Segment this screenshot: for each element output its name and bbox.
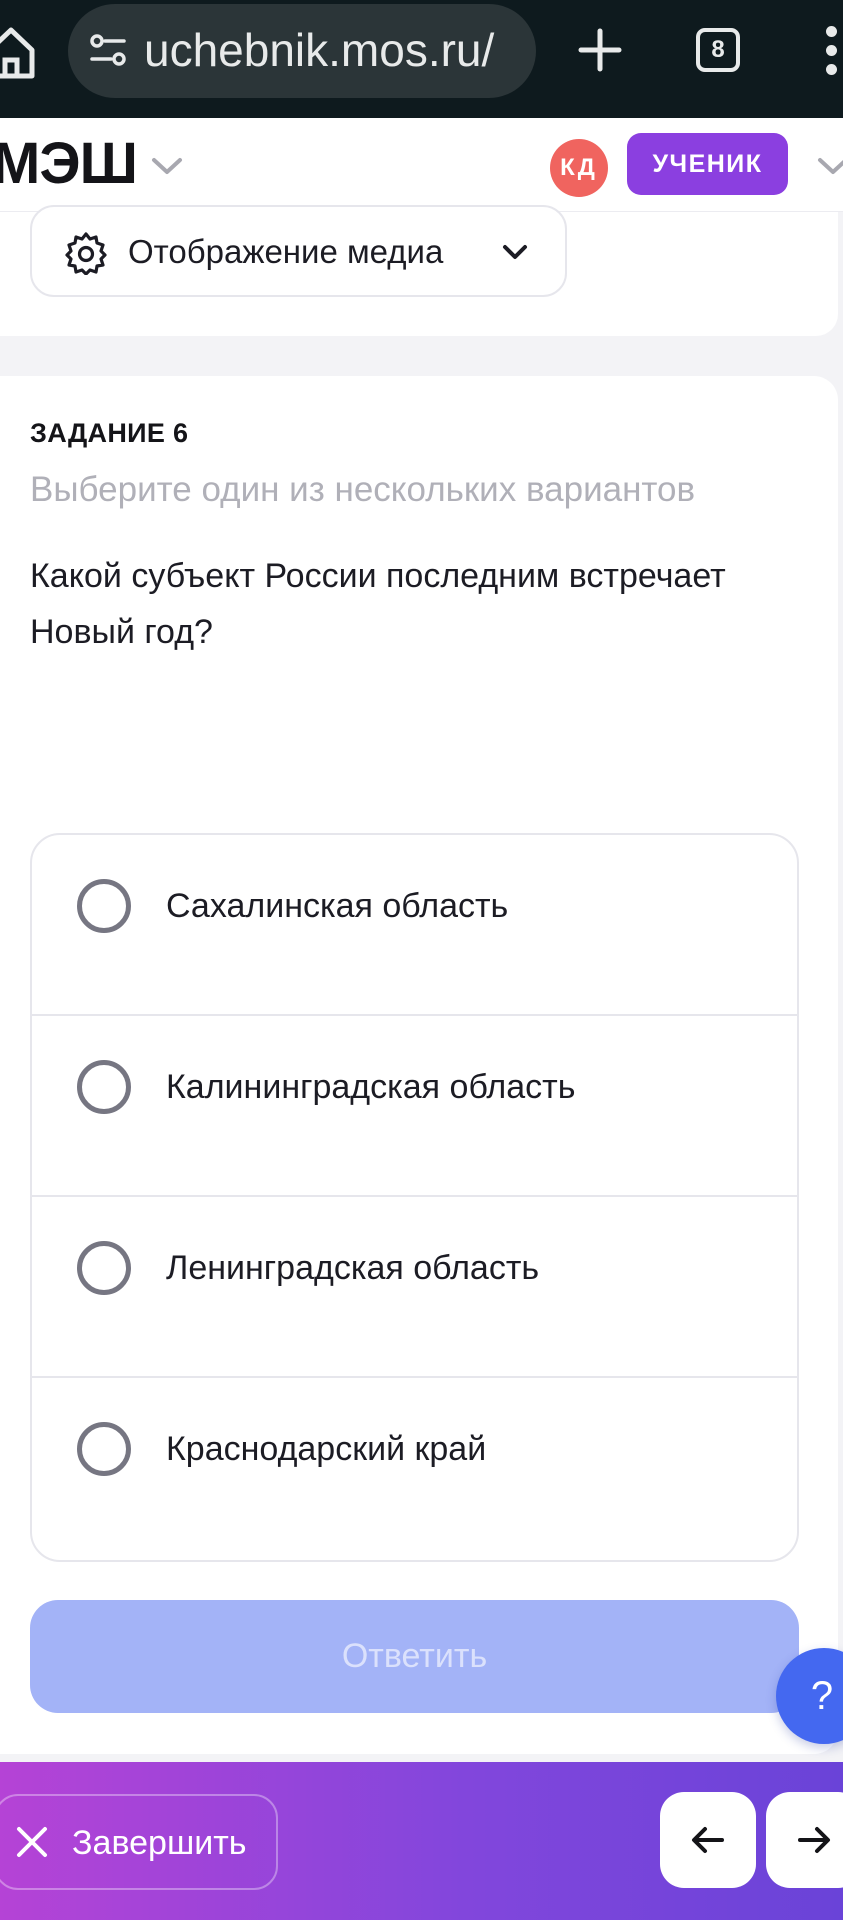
arrow-left-icon xyxy=(692,1827,724,1853)
answer-option[interactable]: Краснодарский край xyxy=(32,1378,797,1559)
answer-option-label: Краснодарский край xyxy=(166,1430,487,1468)
submit-answer-button[interactable]: Ответить xyxy=(30,1600,799,1713)
arrow-right-icon xyxy=(798,1827,830,1853)
avatar[interactable]: КД xyxy=(550,139,608,197)
task-question: Какой субъект России последним встречает… xyxy=(30,557,726,651)
role-badge[interactable]: УЧЕНИК xyxy=(627,133,788,195)
previous-task-button[interactable] xyxy=(660,1792,756,1888)
finish-label: Завершить xyxy=(72,1824,247,1862)
tabs-icon[interactable]: 8 xyxy=(696,28,740,72)
finish-button[interactable]: Завершить xyxy=(0,1794,278,1890)
site-settings-icon[interactable] xyxy=(88,30,128,70)
browser-toolbar: uchebnik.mos.ru/ 8 xyxy=(0,0,843,118)
close-icon xyxy=(17,1827,47,1857)
next-task-button[interactable] xyxy=(766,1792,843,1888)
task-number: ЗАДАНИЕ 6 xyxy=(30,418,189,448)
radio-button[interactable] xyxy=(77,1241,131,1295)
answer-options: Сахалинская область Калининградская обла… xyxy=(30,833,799,1562)
media-display-label: Отображение медиа xyxy=(128,233,444,270)
chevron-down-icon xyxy=(503,245,527,259)
radio-button[interactable] xyxy=(77,879,131,933)
question-mark-icon: ? xyxy=(810,1674,834,1718)
logo[interactable]: МЭШ xyxy=(0,130,138,198)
menu-dots-icon[interactable] xyxy=(826,26,840,82)
chevron-down-icon[interactable] xyxy=(816,154,843,178)
answer-option-label: Сахалинская область xyxy=(166,887,509,925)
bottom-navigation-bar: Завершить xyxy=(0,1762,843,1920)
gear-icon xyxy=(65,232,107,275)
answer-option[interactable]: Ленинградская область xyxy=(32,1197,797,1378)
radio-button[interactable] xyxy=(77,1422,131,1476)
chevron-down-icon[interactable] xyxy=(150,154,184,178)
home-icon[interactable] xyxy=(0,22,36,82)
app-header: МЭШ КД УЧЕНИК xyxy=(0,118,843,212)
answer-option-label: Ленинградская область xyxy=(166,1249,540,1287)
new-tab-icon[interactable] xyxy=(576,26,624,74)
answer-option-label: Калининградская область xyxy=(166,1068,576,1106)
task-hint: Выберите один из нескольких вариантов xyxy=(30,470,696,509)
media-display-dropdown[interactable]: Отображение медиа xyxy=(30,205,567,297)
answer-option[interactable]: Сахалинская область xyxy=(32,835,797,1016)
radio-button[interactable] xyxy=(77,1060,131,1114)
answer-option[interactable]: Калининградская область xyxy=(32,1016,797,1197)
url-text[interactable]: uchebnik.mos.ru/ xyxy=(144,22,524,78)
